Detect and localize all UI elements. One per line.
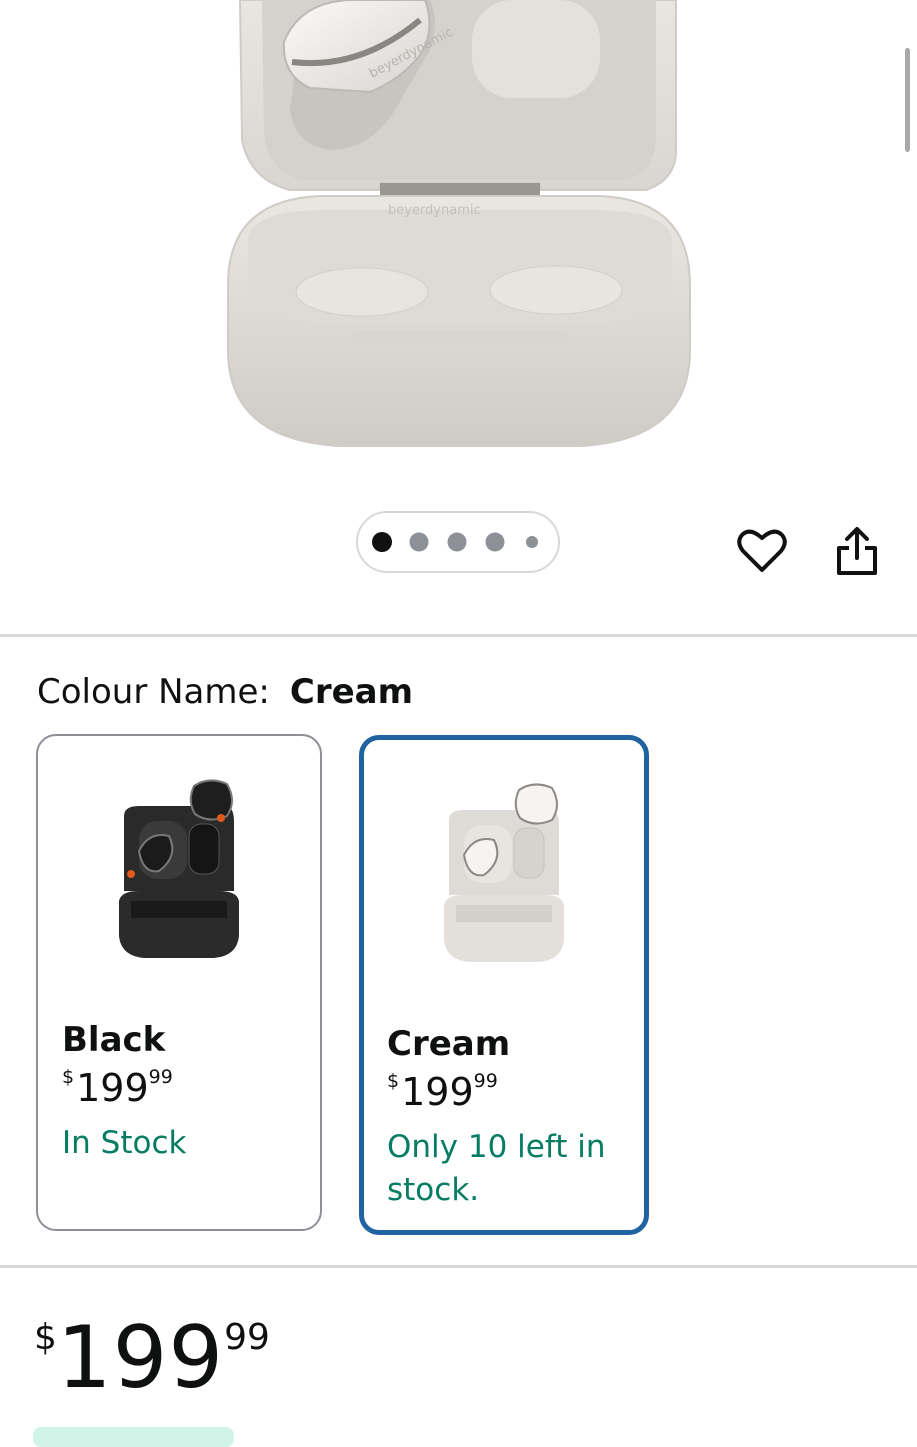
pager-dot-active[interactable] xyxy=(372,532,392,552)
buybox-price-whole: 199 xyxy=(56,1308,225,1408)
colour-option-price: $19999 xyxy=(62,1066,173,1110)
colour-option-black[interactable]: Black $19999 In Stock xyxy=(36,734,322,1231)
deal-badge xyxy=(33,1427,234,1447)
share-icon xyxy=(837,527,877,575)
scrollbar[interactable] xyxy=(905,48,910,152)
colour-label: Colour Name: xyxy=(37,672,270,712)
price-fraction: 99 xyxy=(473,1070,498,1092)
divider xyxy=(0,1265,917,1268)
wishlist-button[interactable] xyxy=(734,523,790,579)
pager-dot[interactable] xyxy=(526,536,538,548)
buybox-price: $19999 xyxy=(34,1308,270,1408)
colour-option-cream[interactable]: Cream $19999 Only 10 left in stock. xyxy=(359,735,649,1235)
share-button[interactable] xyxy=(829,523,885,579)
colour-selected-value: Cream xyxy=(289,672,414,712)
colour-option-name: Cream xyxy=(387,1024,511,1064)
colour-option-availability: Only 10 left in stock. xyxy=(387,1129,606,1208)
earbuds-case-black-thumbnail xyxy=(119,779,239,958)
svg-text:beyerdynamic: beyerdynamic xyxy=(388,203,481,218)
price-fraction: 99 xyxy=(148,1066,173,1088)
price-symbol: $ xyxy=(62,1066,75,1088)
earbuds-case-illustration: beyerdynamic beyerdynamic xyxy=(227,0,691,447)
image-pager[interactable] xyxy=(356,511,560,573)
pager-dot[interactable] xyxy=(485,532,505,552)
colour-option-name: Black xyxy=(62,1020,166,1060)
price-whole: 199 xyxy=(401,1070,474,1114)
colour-option-availability: In Stock xyxy=(62,1125,187,1161)
buybox-price-fraction: 99 xyxy=(224,1317,270,1358)
colour-selection-label: Colour Name: Cream xyxy=(37,672,413,712)
divider xyxy=(0,634,917,637)
price-whole: 199 xyxy=(76,1066,149,1110)
pager-dot[interactable] xyxy=(447,532,467,552)
heart-icon xyxy=(737,529,787,572)
colour-option-price: $19999 xyxy=(387,1070,498,1114)
pager-dot[interactable] xyxy=(409,532,429,552)
earbuds-case-cream-thumbnail xyxy=(444,783,564,962)
buybox-price-symbol: $ xyxy=(34,1317,57,1358)
price-symbol: $ xyxy=(387,1070,400,1092)
product-image[interactable]: beyerdynamic beyerdynamic xyxy=(0,0,917,500)
